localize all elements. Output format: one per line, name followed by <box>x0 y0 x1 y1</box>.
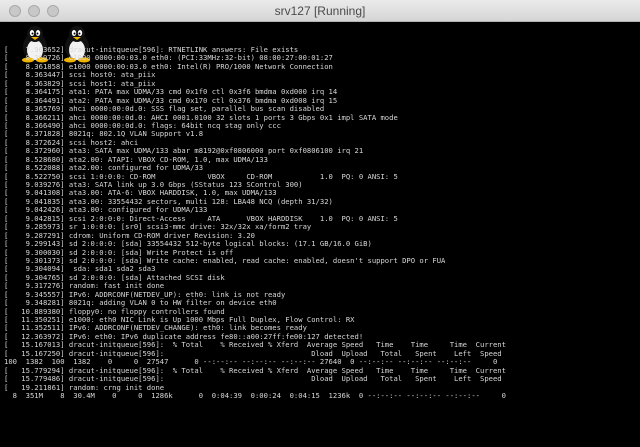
console-line: [ 15.167013] dracut-initqueue[596]: % To… <box>4 341 506 350</box>
console-line: [ 8.364175] ata1: PATA max UDMA/33 cmd 0… <box>4 88 338 97</box>
window-titlebar[interactable]: srv127 [Running] <box>0 0 640 22</box>
console-line: [ 9.304094] sda: sda1 sda2 sda3 <box>4 265 156 274</box>
console-line: [ 8.366211] ahci 0000:00:0d.0: AHCI 0001… <box>4 113 398 122</box>
console-line: [ 9.039276] ata3: SATA link up 3.0 Gbps … <box>4 181 303 189</box>
console-line: [ 9.042426] ata3.00: configured for UDMA… <box>4 206 208 215</box>
console-line: [ 9.304765] sd 2:0:0:0: [sda] Attached S… <box>4 273 225 282</box>
console-line: [ 7.963652] dracut-initqueue[596]: RTNET… <box>4 46 299 54</box>
vm-window: srv127 [Running] [7.963652] dracut-init… <box>0 0 640 447</box>
console-line: [ 9.042815] scsi 2:0:0:0: Direct-Access … <box>4 214 398 223</box>
console-line: [ 9.317276] random: fast init done <box>4 282 165 291</box>
console-line: [ 19.211861] random: crng init done <box>4 383 165 392</box>
console-line: [ 15.779294] dracut-initqueue[596]: % To… <box>4 366 506 375</box>
console-line: [ 8.361858] e1000 0000:00:03.0 eth0: Int… <box>4 62 333 71</box>
console-line: [ 8.363829] scsi host1: ata_piix <box>4 79 156 88</box>
console-line: [ 8.522088] ata2.00: configured for UDMA… <box>4 164 204 173</box>
console-line: [ 8.522750] scsi 1:0:0:0: CD-ROM VBOX CD… <box>4 172 398 181</box>
boot-log-console: [ 7.963652] dracut-initqueue[596]: RTNET… <box>4 46 638 400</box>
console-line: [ 9.301373] sd 2:0:0:0: [sda] Write cach… <box>4 256 446 265</box>
console-line: [ 8.528680] ata2.00: ATAPI: VBOX CD-ROM,… <box>4 155 268 164</box>
console-line: [ 9.345557] IPv6: ADDRCONF(NETDEV_UP): e… <box>4 290 286 299</box>
console-line: [ 10.889380] floppy0: no floppy controll… <box>4 307 225 316</box>
console-line: [ 8.371828] 8021q: 802.1Q VLAN Support v… <box>4 130 204 139</box>
console-line: 8 351M 8 30.4M 0 0 1286k 0 0:04:39 0:00:… <box>4 391 506 400</box>
console-line: [ 15.779486] dracut-initqueue[596]: Dloa… <box>4 375 502 384</box>
console-line: [ 9.299143] sd 2:0:0:0: [sda] 33554432 5… <box>4 240 372 249</box>
vm-console-screen[interactable]: [ 7.963652] dracut-initqueue[596]: RTNET… <box>0 22 640 447</box>
console-line: 100 1382 100 1382 0 0 27547 0 --:--:-- -… <box>4 358 498 367</box>
console-line: [ 8.365769] ahci 0000:00:0d.0: SSS flag … <box>4 105 325 114</box>
console-line: [ 8.372624] scsi host2: ahci <box>4 138 139 147</box>
console-line: [ 9.041308] ata3.00: ATA-6: VBOX HARDDIS… <box>4 189 277 198</box>
console-line: [ 12.363972] IPv6: eth0: IPv6 duplicate … <box>4 332 364 341</box>
console-line: [ 8.360726] e1000 0000:00:03.0 eth0: (PC… <box>4 54 333 63</box>
console-line: [ 9.348281] 8021q: adding VLAN 0 to HW f… <box>4 299 277 308</box>
console-line: [ 11.352511] IPv6: ADDRCONF(NETDEV_CHANG… <box>4 324 307 333</box>
console-line: [ 11.350251] e1000: eth0 NIC Link is Up … <box>4 316 355 324</box>
console-line: [ 15.167250] dracut-initqueue[596]: Dloa… <box>4 349 502 358</box>
console-line: [ 8.366490] ahci 0000:00:0d.0: flags: 64… <box>4 121 281 130</box>
console-line: [ 9.285973] sr 1:0:0:0: [sr0] scsi3-mmc … <box>4 223 312 232</box>
console-line: [ 8.372960] ata3: SATA max UDMA/133 abar… <box>4 147 364 156</box>
console-line: [ 8.363447] scsi host0: ata_piix <box>4 71 156 80</box>
console-line: [ 8.364491] ata2: PATA max UDMA/33 cmd 0… <box>4 96 338 105</box>
console-line: [ 9.041835] ata3.00: 33554432 sectors, m… <box>4 197 333 206</box>
console-line: [ 9.287291] cdrom: Uniform CD-ROM driver… <box>4 231 255 240</box>
window-title: srv127 [Running] <box>274 4 366 18</box>
console-line: [ 9.300030] sd 2:0:0:0: [sda] Write Prot… <box>4 248 234 257</box>
